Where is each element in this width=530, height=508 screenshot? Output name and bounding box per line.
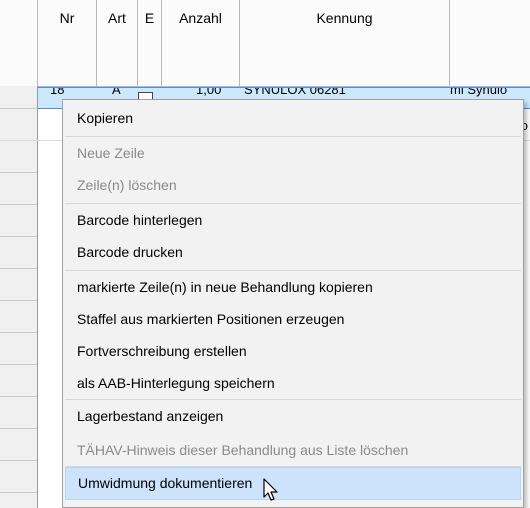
column-header-e[interactable]: E [138, 0, 162, 86]
column-header-kennung[interactable]: Kennung [240, 0, 450, 86]
row-selector-column [0, 86, 38, 508]
menu-item-taehav-hinweis-loeschen[interactable]: TÄHAV-Hinweis dieser Behandlung aus List… [65, 434, 521, 467]
menu-item-kopieren[interactable]: Kopieren [65, 102, 521, 135]
menu-item-aab-hinterlegung[interactable]: als AAB-Hinterlegung speichern [65, 367, 521, 400]
menu-item-barcode-drucken[interactable]: Barcode drucken [65, 236, 521, 269]
grid-header: Nr Art E Anzahl Kennung [0, 0, 530, 87]
column-header-extra[interactable] [450, 0, 530, 86]
menu-item-fortverschreibung[interactable]: Fortverschreibung erstellen [65, 335, 521, 368]
menu-item-lagerbestand[interactable]: Lagerbestand anzeigen [65, 400, 521, 433]
column-header-art[interactable]: Art [97, 0, 138, 86]
menu-item-in-neue-behandlung-kopieren[interactable]: markierte Zeile(n) in neue Behandlung ko… [65, 271, 521, 304]
column-header-nr[interactable]: Nr [38, 0, 97, 86]
menu-item-umwidmung-dokumentieren[interactable]: Umwidmung dokumentieren [65, 467, 521, 500]
menu-item-zeile-loeschen[interactable]: Zeile(n) löschen [65, 169, 521, 202]
menu-item-staffel-erzeugen[interactable]: Staffel aus markierten Positionen erzeug… [65, 303, 521, 336]
menu-item-neue-zeile[interactable]: Neue Zeile [65, 137, 521, 170]
context-menu: Kopieren Neue Zeile Zeile(n) löschen Bar… [62, 99, 524, 508]
header-row-selector[interactable] [0, 0, 38, 86]
menu-item-barcode-hinterlegen[interactable]: Barcode hinterlegen [65, 204, 521, 237]
mouse-cursor-icon [263, 478, 278, 501]
column-header-anzahl[interactable]: Anzahl [162, 0, 240, 86]
